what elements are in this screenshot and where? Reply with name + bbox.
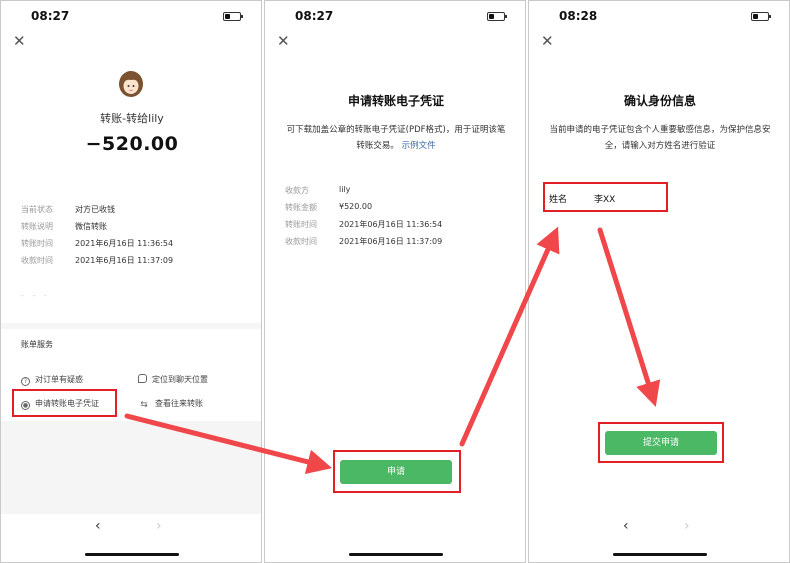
forward-arrow-icon: › <box>684 518 690 534</box>
description-text: 可下载加盖公章的转账电子凭证(PDF格式)，用于证明该笔转账交易。 <box>286 125 506 151</box>
detail-value: 对方已收钱 <box>75 205 115 214</box>
home-indicator <box>613 553 707 556</box>
sample-file-link[interactable]: 示例文件 <box>402 141 436 151</box>
chat-bubble-icon <box>138 374 147 383</box>
close-icon[interactable]: ✕ <box>541 34 554 49</box>
transfer-amount: −520.00 <box>85 133 179 155</box>
service-locate-chat[interactable]: 定位到聊天位置 <box>138 374 208 385</box>
phone-screen-apply-voucher: 08:27 ✕ 申请转账电子凭证 可下载加盖公章的转账电子凭证(PDF格式)，用… <box>264 0 526 563</box>
battery-icon <box>223 12 243 21</box>
back-arrow-icon[interactable]: ‹ <box>95 518 101 534</box>
status-time: 08:27 <box>295 9 334 23</box>
detail-label: 转账说明 <box>21 222 53 231</box>
home-indicator <box>85 553 179 556</box>
detail-label: 收款方 <box>285 186 309 195</box>
detail-value: 微信转账 <box>75 222 107 231</box>
service-label: 对订单有疑惑 <box>35 375 83 384</box>
page-title: 申请转账电子凭证 <box>347 94 444 108</box>
home-indicator <box>349 553 443 556</box>
phone-screen-transfer-detail: 08:27 ✕ 转账-转给lily −520.00 当前状态 对方已收钱 转账说… <box>0 0 262 563</box>
detail-label: 转账时间 <box>285 220 317 229</box>
forward-arrow-icon: › <box>156 518 162 534</box>
service-doubt[interactable]: ? 对订单有疑惑 <box>21 374 83 386</box>
detail-value: 2021年6月16日 11:36:54 <box>75 239 174 248</box>
page-title: 确认身份信息 <box>623 94 696 108</box>
faded-row: - - - <box>21 291 50 300</box>
battery-icon <box>487 12 507 21</box>
detail-value: 2021年06月16日 11:37:09 <box>339 237 443 246</box>
detail-label: 收款时间 <box>285 237 317 246</box>
battery-icon <box>751 12 771 21</box>
highlight-box <box>12 389 117 417</box>
question-icon: ? <box>21 377 30 386</box>
close-icon[interactable]: ✕ <box>13 34 26 49</box>
detail-label: 转账时间 <box>21 239 53 248</box>
phone-screen-confirm-identity: 08:28 ✕ 确认身份信息 当前申请的电子凭证包含个人重要敏感信息，为保护信息… <box>528 0 790 563</box>
highlight-box <box>598 422 724 463</box>
service-label: 查看往来转账 <box>155 399 203 408</box>
service-history[interactable]: ⇆ 查看往来转账 <box>138 398 203 411</box>
detail-label: 当前状态 <box>21 205 53 214</box>
status-time: 08:27 <box>31 9 70 23</box>
detail-value: ¥520.00 <box>339 202 373 211</box>
back-arrow-icon[interactable]: ‹ <box>623 518 629 534</box>
close-icon[interactable]: ✕ <box>277 34 290 49</box>
highlight-box <box>543 182 668 212</box>
service-label: 定位到聊天位置 <box>152 375 208 384</box>
page-description: 当前申请的电子凭证包含个人重要敏感信息，为保护信息安全，请输入对方姓名进行验证 <box>549 125 771 151</box>
section-title: 账单服务 <box>21 340 53 349</box>
section-divider <box>1 323 261 329</box>
avatar <box>119 71 143 97</box>
detail-label: 转账金额 <box>285 203 317 212</box>
detail-value: 2021年06月16日 11:36:54 <box>339 220 443 229</box>
status-time: 08:28 <box>559 9 598 23</box>
swap-arrows-icon: ⇆ <box>140 400 148 410</box>
transfer-title: 转账-转给lily <box>100 112 164 125</box>
highlight-box <box>333 450 461 493</box>
empty-area <box>1 421 261 514</box>
detail-label: 收款时间 <box>21 256 53 265</box>
detail-value: 2021年6月16日 11:37:09 <box>75 256 174 265</box>
detail-value: lily <box>339 185 351 194</box>
page-description: 可下载加盖公章的转账电子凭证(PDF格式)，用于证明该笔转账交易。 示例文件 <box>283 122 509 154</box>
